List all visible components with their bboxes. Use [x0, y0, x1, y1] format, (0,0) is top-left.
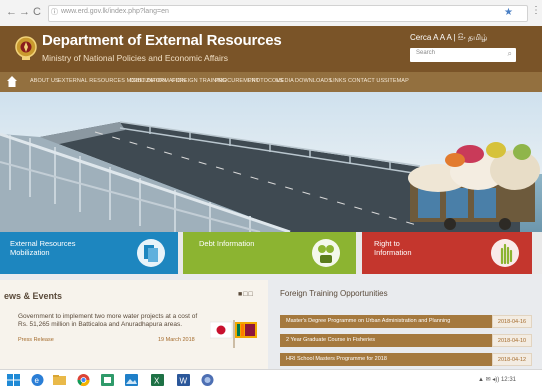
tile-external-resources-label: External Resources Mobilization [10, 239, 76, 257]
main-navigation: ABOUT US EXTERNAL RESOURCES MOBILIZATION… [0, 72, 542, 92]
tile-debt-information[interactable]: Debt Information [183, 232, 356, 274]
training-heading: Foreign Training Opportunities [280, 289, 388, 298]
system-tray[interactable]: ▲ ✉ ◂)) 12:31 [478, 376, 516, 383]
bookmark-star-icon[interactable]: ★ [504, 7, 513, 18]
news-source: Press Release [18, 337, 54, 343]
documents-icon [137, 239, 165, 267]
home-icon[interactable] [6, 75, 18, 88]
japan-sri-lanka-flags-icon [210, 320, 257, 348]
site-subtitle: Ministry of National Policies and Econom… [42, 53, 228, 63]
address-bar[interactable]: ⓘ www.erd.gov.lk/index.php?lang=en ★ [48, 5, 528, 22]
tile-right-to-information[interactable]: Right to Information [362, 232, 532, 274]
training-date: 2018-04-12 [492, 353, 532, 366]
nav-item-links[interactable]: LINKS [330, 78, 346, 84]
folder-icon[interactable] [52, 373, 67, 387]
hero-banner-image [0, 92, 542, 232]
office-icon[interactable] [100, 373, 115, 387]
chrome-icon[interactable] [76, 373, 91, 387]
raised-hand-icon [491, 239, 519, 267]
bridge-photo [0, 92, 542, 232]
tile-external-resources[interactable]: External Resources Mobilization [0, 232, 178, 274]
search-input[interactable]: Search ⌕ [410, 48, 516, 62]
svg-text:X: X [154, 377, 160, 386]
header-tools[interactable]: Cerca A A A | සිං தமிழ் [410, 33, 487, 43]
excel-icon[interactable]: X [150, 373, 165, 387]
word-icon[interactable]: W [176, 373, 191, 387]
site-header: Department of External Resources Ministr… [0, 26, 542, 72]
training-title[interactable]: HRI School Masters Programme for 2018 [286, 356, 387, 362]
svg-text:e: e [35, 376, 40, 385]
nav-item-contact[interactable]: CONTACT US [348, 78, 384, 84]
forward-arrow-icon[interactable]: → [19, 6, 30, 18]
training-row[interactable]: HRI School Masters Programme for 2018 20… [280, 353, 532, 366]
training-date: 2018-04-10 [492, 334, 532, 347]
browser-toolbar: ← → C ⓘ www.erd.gov.lk/index.php?lang=en… [0, 0, 542, 27]
nav-item-downloads[interactable]: DOWNLOADS [295, 78, 332, 84]
news-heading: ews & Events [4, 291, 63, 301]
training-row[interactable]: 2 Year Graduate Course in Fisheries 2018… [280, 334, 532, 347]
back-arrow-icon[interactable]: ← [6, 6, 17, 18]
coin-bag-icon [312, 239, 340, 267]
news-headline-link[interactable]: Government to implement two more water p… [18, 313, 198, 329]
site-info-icon[interactable]: ⓘ [51, 7, 58, 17]
reload-icon[interactable]: C [33, 6, 41, 18]
site-title[interactable]: Department of External Resources [42, 32, 282, 49]
edge-icon[interactable]: e [30, 373, 45, 387]
news-events-panel: ews & Events ■□□ Government to implement… [0, 280, 268, 369]
tile-debt-information-label: Debt Information [199, 239, 255, 248]
sri-lanka-emblem-icon[interactable] [14, 33, 38, 63]
training-title[interactable]: Master's Degree Programme on Urban Admin… [286, 318, 450, 324]
start-icon[interactable] [6, 373, 21, 387]
svg-text:W: W [180, 377, 188, 386]
training-row[interactable]: Master's Degree Programme on Urban Admin… [280, 315, 532, 328]
os-taskbar: e X W ▲ ✉ ◂)) 12:31 [0, 369, 542, 391]
other-app-icon[interactable] [200, 373, 215, 387]
nav-item-about[interactable]: ABOUT US [30, 78, 59, 84]
photos-icon[interactable] [124, 373, 139, 387]
training-title[interactable]: 2 Year Graduate Course in Fisheries [286, 337, 375, 343]
news-date: 19 March 2018 [158, 337, 195, 343]
search-icon[interactable]: ⌕ [508, 49, 512, 59]
news-pager[interactable]: ■□□ [238, 291, 254, 298]
training-date: 2018-04-16 [492, 315, 532, 328]
url-text: www.erd.gov.lk/index.php?lang=en [61, 8, 169, 15]
tile-right-to-information-label: Right to Information [374, 239, 412, 257]
browser-menu-icon[interactable]: ⋮ [531, 6, 541, 16]
search-placeholder: Search [416, 50, 436, 56]
nav-item-sitemap[interactable]: SITEMAP [384, 78, 409, 84]
nav-item-media[interactable]: MEDIA [276, 78, 294, 84]
